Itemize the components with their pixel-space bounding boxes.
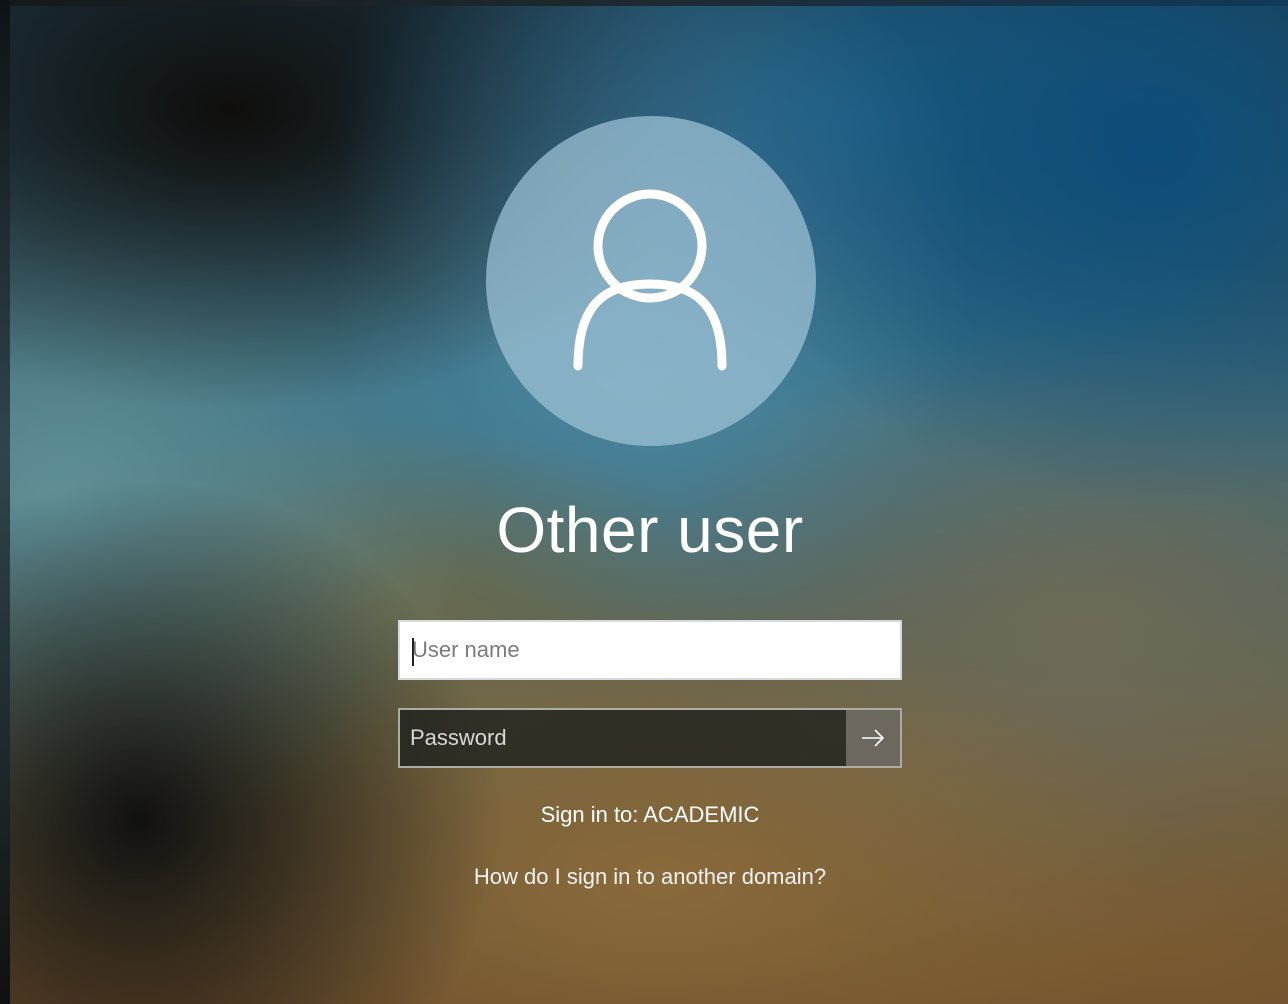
other-domain-link[interactable]: How do I sign in to another domain? <box>400 862 900 892</box>
arrow-right-icon <box>862 729 885 747</box>
username-input[interactable] <box>400 622 900 678</box>
password-field[interactable] <box>398 708 902 768</box>
avatar <box>486 116 816 446</box>
screen-edge-left <box>0 0 10 1004</box>
sign-in-domain-label: Sign in to: ACADEMIC <box>540 802 760 827</box>
username-field[interactable] <box>398 620 902 680</box>
password-input[interactable] <box>400 710 848 766</box>
text-caret <box>412 638 414 666</box>
submit-button[interactable] <box>846 710 900 766</box>
user-icon <box>573 189 727 371</box>
page-title: Other user <box>496 494 804 566</box>
screen-edge-top <box>0 0 1288 6</box>
